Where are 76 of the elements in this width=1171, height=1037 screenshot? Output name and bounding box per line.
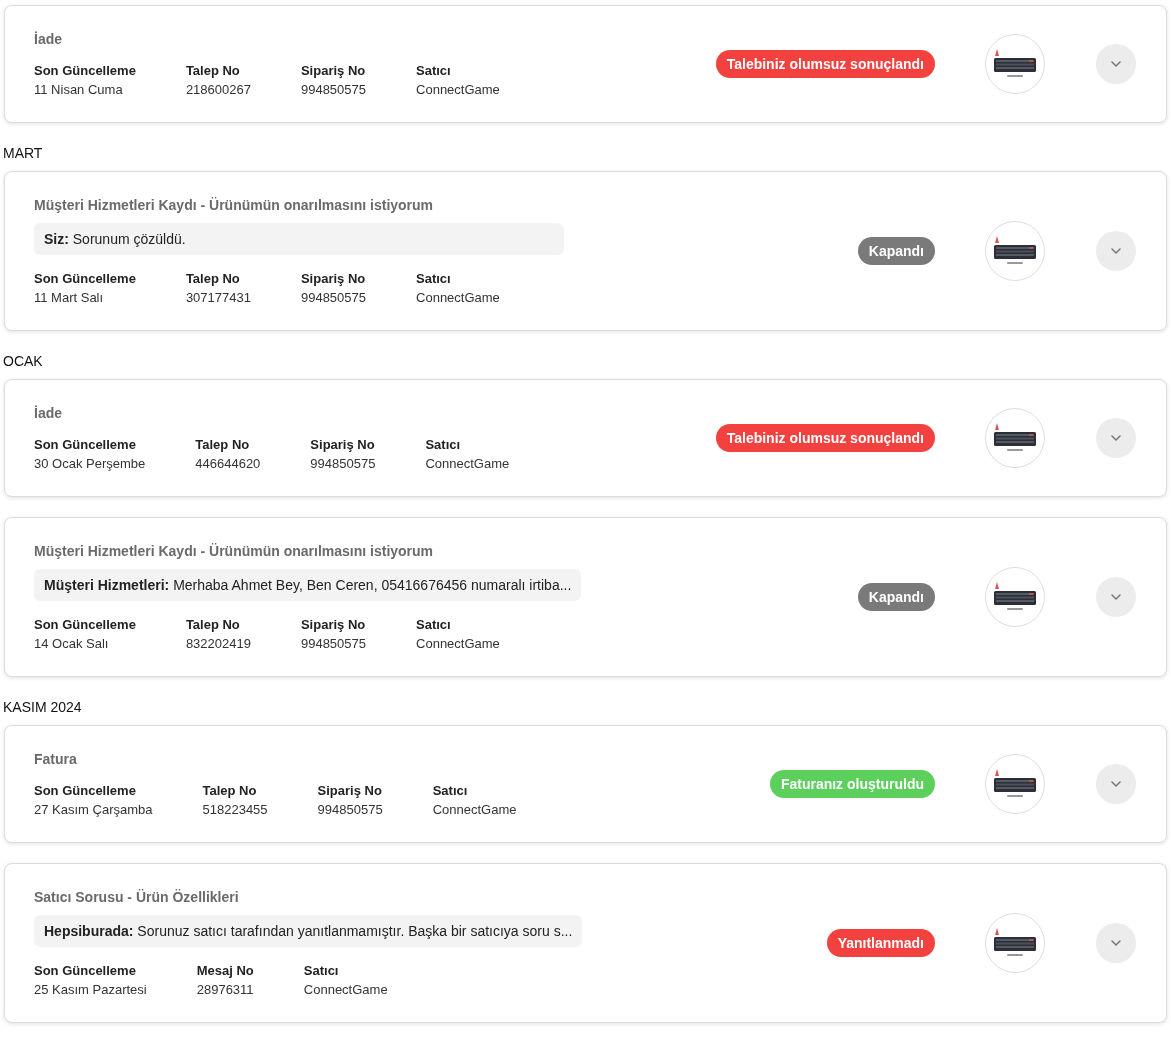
field-label: Talep No — [195, 437, 251, 452]
request-title: Müşteri Hizmetleri Kaydı - Ürünümün onarılmasını istiyorum — [34, 197, 435, 213]
field-label: Satıcı — [416, 63, 452, 78]
field-label: Satıcı — [432, 783, 469, 798]
field-label: Talep No — [202, 783, 258, 798]
request-title: Fatura — [34, 751, 78, 767]
field-label: Sipariş No — [300, 271, 367, 286]
field-label: Son Güncelleme — [34, 271, 136, 286]
request-title: İade — [34, 31, 63, 47]
request-title: Müşteri Hizmetleri Kaydı - Ürünümün onarılmasını istiyorum — [34, 543, 435, 559]
field-label: Talep No — [185, 617, 241, 632]
field-label: Mesaj No — [196, 963, 254, 978]
month-heading: KASIM 2024 — [3, 699, 83, 715]
request-title: İade — [34, 405, 63, 421]
expand-button[interactable] — [1096, 764, 1136, 804]
field-value: 28976311 — [196, 982, 254, 997]
field-value: 446644620 — [195, 456, 261, 471]
field-value: 27 Kasım Çarşamba — [34, 802, 153, 817]
request-card[interactable]: Fatura Son Güncelleme 27 Kasım Çarşamba Talep No 518223455 Sipariş No 994850575 Satıcı ConnectGame Faturanız oluşturuldu — [4, 725, 1167, 843]
field-label: Sipariş No — [317, 783, 383, 798]
field-value: 307177431 — [185, 290, 251, 305]
field-label: Son Güncelleme — [34, 963, 137, 978]
field-value: 994850575 — [300, 636, 367, 651]
expand-button[interactable] — [1096, 231, 1136, 271]
field-label: Son Güncelleme — [34, 783, 137, 798]
message-preview: Siz: Sorunum çözüldü. — [34, 223, 564, 255]
field-value: 832202419 — [185, 636, 251, 651]
field-value: 994850575 — [317, 802, 383, 817]
field-label: Sipariş No — [300, 63, 367, 78]
field-label: Son Güncelleme — [34, 437, 137, 452]
status-badge: Talebiniz olumsuz sonuçlandı — [715, 424, 935, 452]
field-label: Son Güncelleme — [34, 63, 136, 78]
field-value: ConnectGame — [416, 636, 500, 651]
field-label: Satıcı — [303, 963, 340, 978]
message-preview: Müşteri Hizmetleri: Merhaba Ahmet Bey, Ben Ceren, 05416676456 numaralı irtiba... — [34, 569, 582, 601]
field-value: ConnectGame — [416, 290, 500, 305]
field-value: ConnectGame — [416, 82, 500, 97]
field-label: Talep No — [185, 63, 241, 78]
field-value: 218600267 — [185, 82, 251, 97]
field-value: ConnectGame — [425, 456, 510, 471]
field-value: ConnectGame — [432, 802, 517, 817]
expand-button[interactable] — [1096, 577, 1136, 617]
field-value: 994850575 — [300, 82, 367, 97]
request-title: Satıcı Sorusu - Ürün Özellikleri — [34, 889, 240, 905]
request-card[interactable]: Müşteri Hizmetleri Kaydı - Ürünümün onarılmasını istiyorum Siz: Sorunum çözüldü. Son Güncelleme 11 Mart Salı Talep No 307177431 Sipariş No 994850575 Satıcı ConnectGame Kapandı — [4, 171, 1167, 331]
field-value: 14 Ocak Salı — [34, 636, 110, 651]
status-badge: Kapandı — [857, 237, 935, 265]
field-value: ConnectGame — [303, 982, 388, 997]
expand-button[interactable] — [1096, 44, 1136, 84]
field-value: 994850575 — [310, 456, 376, 471]
field-label: Satıcı — [416, 271, 452, 286]
field-value: 11 Mart Salı — [34, 290, 105, 305]
message-preview: Hepsiburada: Sorunuz satıcı tarafından yanıtlanmamıştır. Başka bir satıcıya soru s... — [34, 915, 583, 947]
field-label: Sipariş No — [310, 437, 376, 452]
expand-button[interactable] — [1096, 923, 1136, 963]
field-label: Satıcı — [416, 617, 452, 632]
request-card[interactable] — [4, 517, 1167, 677]
status-badge: Kapandı — [857, 583, 935, 611]
status-badge: Faturanız oluşturuldu — [769, 770, 935, 798]
status-badge: Yanıtlanmadı — [826, 929, 935, 957]
field-value: 30 Ocak Perşembe — [34, 456, 146, 471]
field-value: 994850575 — [300, 290, 367, 305]
request-card[interactable] — [4, 863, 1167, 1023]
request-card[interactable]: İade Son Güncelleme 30 Ocak Perşembe Talep No 446644620 Sipariş No 994850575 Satıcı ConnectGame Talebiniz olumsuz sonuçlandı — [4, 379, 1167, 497]
field-label: Son Güncelleme — [34, 617, 136, 632]
field-value: 518223455 — [202, 802, 268, 817]
month-heading: MART — [3, 145, 44, 161]
field-label: Sipariş No — [300, 617, 367, 632]
status-badge: Talebiniz olumsuz sonuçlandı — [715, 50, 935, 78]
month-heading: OCAK — [3, 353, 44, 369]
field-label: Talep No — [185, 271, 241, 286]
expand-button[interactable] — [1096, 418, 1136, 458]
field-value: 11 Nisan Cuma — [34, 82, 124, 97]
field-label: Satıcı — [425, 437, 462, 452]
field-value: 25 Kasım Pazartesi — [34, 982, 147, 997]
request-card[interactable]: İade Son Güncelleme 11 Nisan Cuma Talep No 218600267 Sipariş No 994850575 Satıcı ConnectGame Talebiniz olumsuz sonuçlandı — [4, 5, 1167, 123]
